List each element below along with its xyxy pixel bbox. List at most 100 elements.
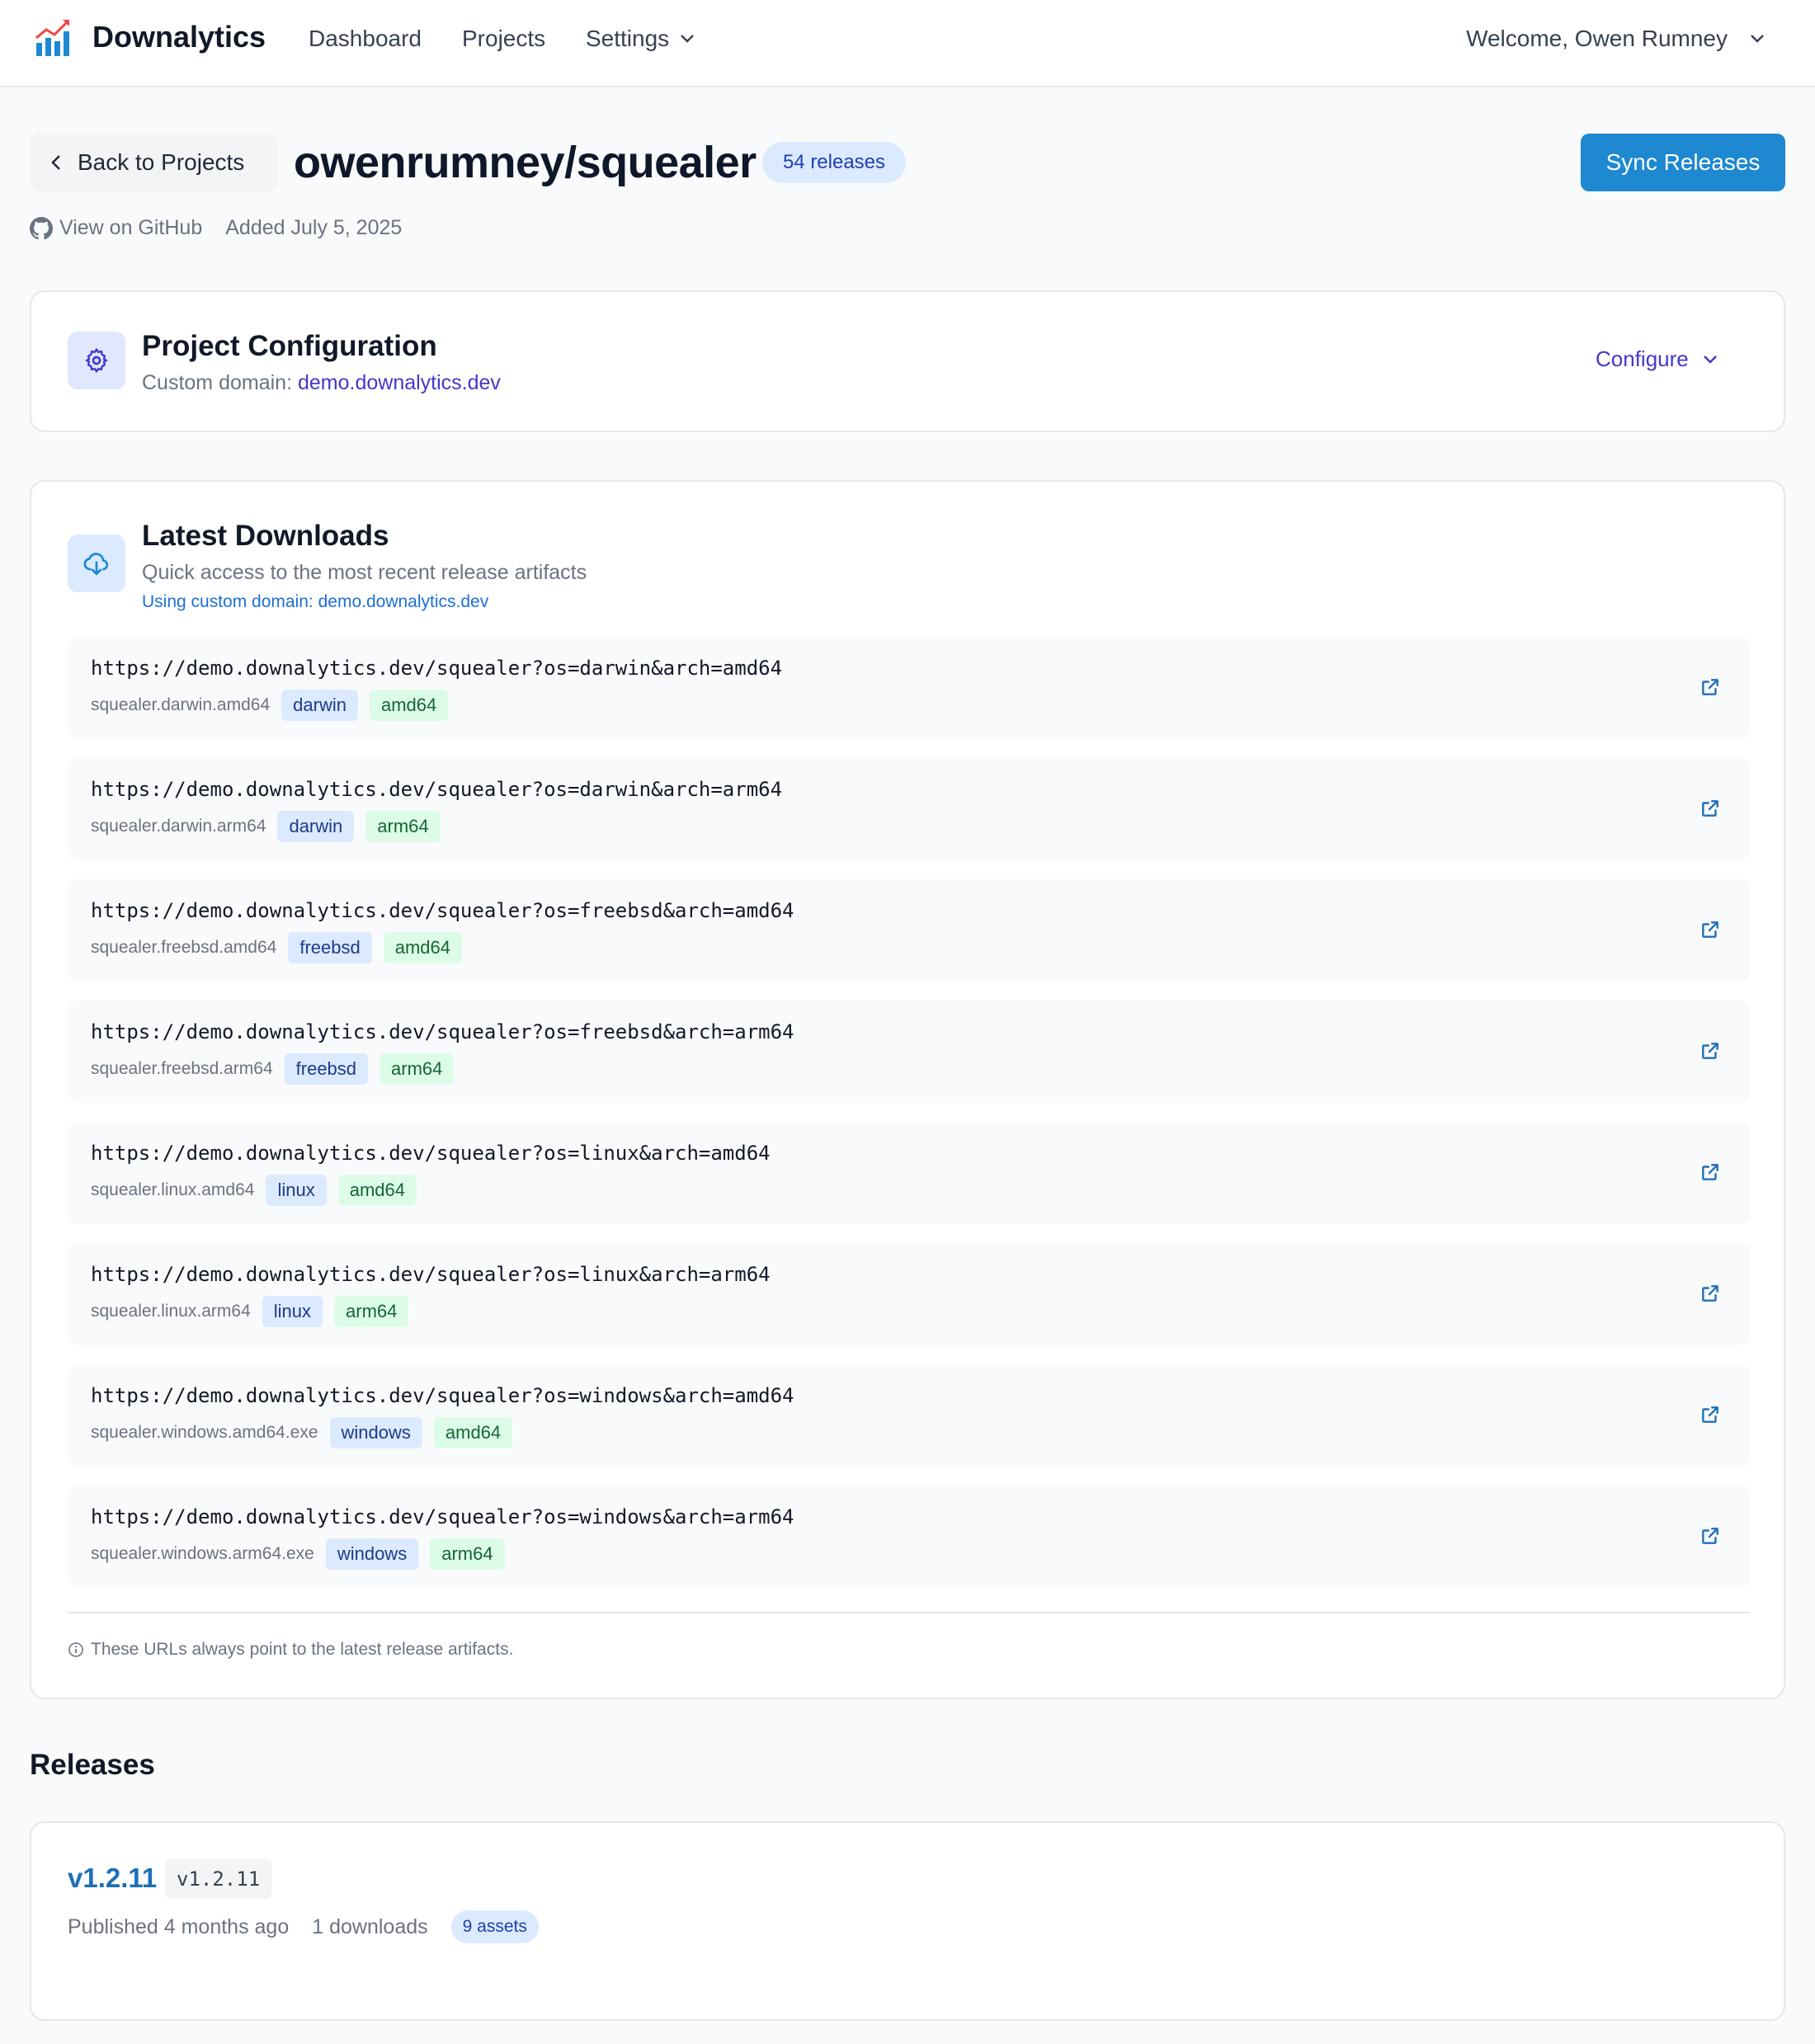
- logo-chart-icon[interactable]: [35, 18, 71, 58]
- download-url[interactable]: https://demo.downalytics.dev/squealer?os…: [91, 1505, 794, 1528]
- configure-label: Configure: [1596, 346, 1689, 371]
- download-filename: squealer.freebsd.amd64: [91, 938, 277, 957]
- os-tag: darwin: [281, 690, 358, 721]
- download-file-info: squealer.linux.amd64 linux amd64: [91, 1175, 417, 1206]
- download-filename: squealer.darwin.arm64: [91, 817, 266, 836]
- cloud-download-icon: [83, 553, 109, 576]
- downloads-title: Latest Downloads: [142, 520, 389, 552]
- external-link-icon[interactable]: [1700, 1525, 1721, 1547]
- download-filename: squealer.windows.arm64.exe: [91, 1544, 314, 1563]
- download-item[interactable]: https://demo.downalytics.dev/squealer?os…: [68, 637, 1751, 739]
- download-file-info: squealer.linux.arm64 linux arm64: [91, 1296, 409, 1327]
- downloads-divider: [68, 1612, 1751, 1613]
- sync-releases-button[interactable]: Sync Releases: [1581, 134, 1785, 191]
- download-filename: squealer.linux.arm64: [91, 1302, 251, 1321]
- brand-name[interactable]: Downalytics: [92, 20, 266, 54]
- project-meta: View on GitHub Added July 5, 2025: [30, 216, 402, 240]
- download-item[interactable]: https://demo.downalytics.dev/squealer?os…: [68, 1364, 1751, 1467]
- release-downloads: 1 downloads: [312, 1914, 428, 1938]
- download-item[interactable]: https://demo.downalytics.dev/squealer?os…: [68, 879, 1751, 982]
- top-nav-bar: Downalytics Dashboard Projects Settings …: [0, 0, 1815, 87]
- external-link-icon[interactable]: [1700, 1161, 1721, 1183]
- release-meta: Published 4 months ago 1 downloads 9 ass…: [68, 1910, 539, 1943]
- download-item[interactable]: https://demo.downalytics.dev/squealer?os…: [68, 1243, 1751, 1345]
- gear-icon: [85, 348, 108, 373]
- os-tag: linux: [266, 1175, 327, 1206]
- download-item[interactable]: https://demo.downalytics.dev/squealer?os…: [68, 1122, 1751, 1224]
- arch-tag: arm64: [430, 1538, 505, 1570]
- external-link-icon[interactable]: [1700, 1283, 1721, 1304]
- added-date: Added July 5, 2025: [225, 216, 403, 239]
- download-url[interactable]: https://demo.downalytics.dev/squealer?os…: [91, 1020, 794, 1043]
- download-url[interactable]: https://demo.downalytics.dev/squealer?os…: [91, 657, 782, 680]
- os-tag: freebsd: [284, 1053, 369, 1085]
- download-filename: squealer.freebsd.arm64: [91, 1059, 273, 1078]
- arch-tag: amd64: [383, 932, 462, 963]
- info-icon: [68, 1642, 83, 1657]
- github-icon: [30, 216, 53, 239]
- latest-downloads-card: Latest Downloads Quick access to the mos…: [30, 480, 1785, 1699]
- download-item[interactable]: https://demo.downalytics.dev/squealer?os…: [68, 758, 1751, 860]
- download-filename: squealer.linux.amd64: [91, 1180, 255, 1199]
- download-url[interactable]: https://demo.downalytics.dev/squealer?os…: [91, 899, 794, 922]
- page-title: owenrumney/squealer: [294, 138, 757, 187]
- download-url[interactable]: https://demo.downalytics.dev/squealer?os…: [91, 1263, 771, 1286]
- configure-button[interactable]: Configure: [1596, 346, 1718, 372]
- nav-settings-label: Settings: [586, 26, 670, 51]
- back-to-projects-label: Back to Projects: [78, 149, 245, 175]
- os-tag: windows: [329, 1417, 422, 1448]
- os-tag: freebsd: [288, 932, 372, 963]
- external-link-icon[interactable]: [1700, 798, 1721, 819]
- os-tag: darwin: [277, 811, 355, 842]
- downloads-icon-box: [68, 535, 125, 592]
- download-url[interactable]: https://demo.downalytics.dev/squealer?os…: [91, 778, 782, 801]
- download-item[interactable]: https://demo.downalytics.dev/squealer?os…: [68, 1486, 1751, 1588]
- release-version-link[interactable]: v1.2.11: [68, 1863, 157, 1894]
- download-filename: squealer.windows.amd64.exe: [91, 1423, 318, 1442]
- chevron-down-icon: [681, 35, 695, 43]
- release-card: v1.2.11 v1.2.11 Published 4 months ago 1…: [30, 1821, 1785, 2021]
- download-item[interactable]: https://demo.downalytics.dev/squealer?os…: [68, 1001, 1751, 1103]
- nav-dashboard[interactable]: Dashboard: [309, 26, 422, 52]
- download-filename: squealer.darwin.amd64: [91, 695, 271, 714]
- release-tag: v1.2.11: [165, 1859, 272, 1899]
- download-file-info: squealer.freebsd.amd64 freebsd amd64: [91, 932, 462, 963]
- release-count-badge: 54 releases: [762, 142, 906, 183]
- config-icon-box: [68, 332, 125, 389]
- chevron-left-icon: [51, 155, 60, 170]
- arch-tag: arm64: [380, 1053, 455, 1085]
- view-on-github-label: View on GitHub: [59, 216, 203, 239]
- releases-heading: Releases: [30, 1749, 155, 1781]
- config-title: Project Configuration: [142, 330, 437, 362]
- arch-tag: arm64: [334, 1296, 409, 1327]
- custom-domain-label: Custom domain:: [142, 371, 298, 394]
- download-file-info: squealer.darwin.arm64 darwin arm64: [91, 811, 441, 842]
- download-file-info: squealer.freebsd.arm64 freebsd arm64: [91, 1053, 455, 1085]
- external-link-icon[interactable]: [1700, 1040, 1721, 1062]
- arch-tag: amd64: [369, 690, 449, 721]
- downloads-domain-note: Using custom domain: demo.downalytics.de…: [142, 592, 489, 611]
- arch-tag: arm64: [365, 811, 441, 842]
- download-file-info: squealer.darwin.amd64 darwin amd64: [91, 690, 449, 721]
- external-link-icon[interactable]: [1700, 1404, 1721, 1425]
- nav-settings[interactable]: Settings: [586, 26, 695, 52]
- downloads-subtitle: Quick access to the most recent release …: [142, 561, 587, 584]
- release-published: Published 4 months ago: [68, 1914, 290, 1938]
- view-on-github-link[interactable]: View on GitHub: [30, 216, 202, 240]
- project-configuration-card: Project Configuration Custom domain: dem…: [30, 290, 1785, 432]
- release-assets-badge[interactable]: 9 assets: [450, 1910, 539, 1943]
- nav-projects[interactable]: Projects: [462, 26, 545, 52]
- external-link-icon[interactable]: [1700, 919, 1721, 940]
- user-menu[interactable]: Welcome, Owen Rumney: [1466, 26, 1766, 52]
- back-to-projects-button[interactable]: Back to Projects: [30, 134, 277, 191]
- custom-domain-link[interactable]: demo.downalytics.dev: [298, 371, 501, 394]
- os-tag: linux: [262, 1296, 323, 1327]
- download-file-info: squealer.windows.arm64.exe windows arm64: [91, 1538, 505, 1570]
- arch-tag: amd64: [433, 1417, 513, 1448]
- external-link-icon[interactable]: [1700, 676, 1721, 698]
- download-url[interactable]: https://demo.downalytics.dev/squealer?os…: [91, 1384, 794, 1407]
- downloads-footer-note: These URLs always point to the latest re…: [68, 1640, 513, 1660]
- download-url[interactable]: https://demo.downalytics.dev/squealer?os…: [91, 1142, 771, 1165]
- chevron-down-icon: [1751, 35, 1764, 43]
- welcome-text: Welcome, Owen Rumney: [1466, 26, 1728, 51]
